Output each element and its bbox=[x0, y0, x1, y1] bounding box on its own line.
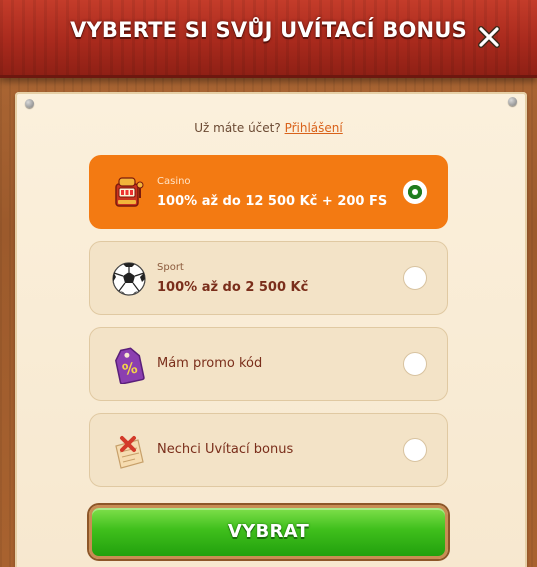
login-prompt-line: Už máte účet? Přihlášení bbox=[0, 121, 537, 135]
pin-icon bbox=[25, 99, 34, 108]
percent-tag-icon: % bbox=[110, 346, 148, 384]
option-label: 100% až do 12 500 Kč + 200 FS bbox=[157, 194, 388, 209]
no-bonus-scroll-icon bbox=[110, 432, 148, 470]
close-icon bbox=[478, 26, 500, 48]
modal-title: VYBERTE SI SVŮJ UVÍTACÍ BONUS bbox=[70, 18, 467, 42]
radio-unselected[interactable] bbox=[403, 352, 427, 376]
pin-icon bbox=[508, 97, 517, 106]
login-prompt: Už máte účet? bbox=[194, 121, 281, 135]
soccer-ball-icon bbox=[110, 260, 148, 298]
bonus-option-no-bonus[interactable]: Nechci Uvítací bonus bbox=[89, 413, 448, 487]
option-label: Mám promo kód bbox=[157, 356, 263, 371]
select-button[interactable]: VYBRAT bbox=[89, 505, 448, 559]
option-category: Casino bbox=[157, 176, 191, 187]
modal-header: VYBERTE SI SVŮJ UVÍTACÍ BONUS bbox=[0, 0, 537, 78]
close-button[interactable] bbox=[474, 22, 504, 52]
option-label: Nechci Uvítací bonus bbox=[157, 442, 294, 457]
radio-unselected[interactable] bbox=[403, 266, 427, 290]
login-link[interactable]: Přihlášení bbox=[285, 121, 343, 135]
bonus-option-casino[interactable]: Casino 100% až do 12 500 Kč + 200 FS bbox=[89, 155, 448, 229]
option-label: 100% až do 2 500 Kč bbox=[157, 280, 309, 295]
slot-machine-icon bbox=[110, 174, 148, 212]
radio-unselected[interactable] bbox=[403, 438, 427, 462]
radio-selected[interactable] bbox=[403, 180, 427, 204]
option-category: Sport bbox=[157, 262, 184, 273]
bonus-option-sport[interactable]: Sport 100% až do 2 500 Kč bbox=[89, 241, 448, 315]
select-button-label: VYBRAT bbox=[227, 521, 310, 542]
bonus-option-promo-code[interactable]: % Mám promo kód bbox=[89, 327, 448, 401]
